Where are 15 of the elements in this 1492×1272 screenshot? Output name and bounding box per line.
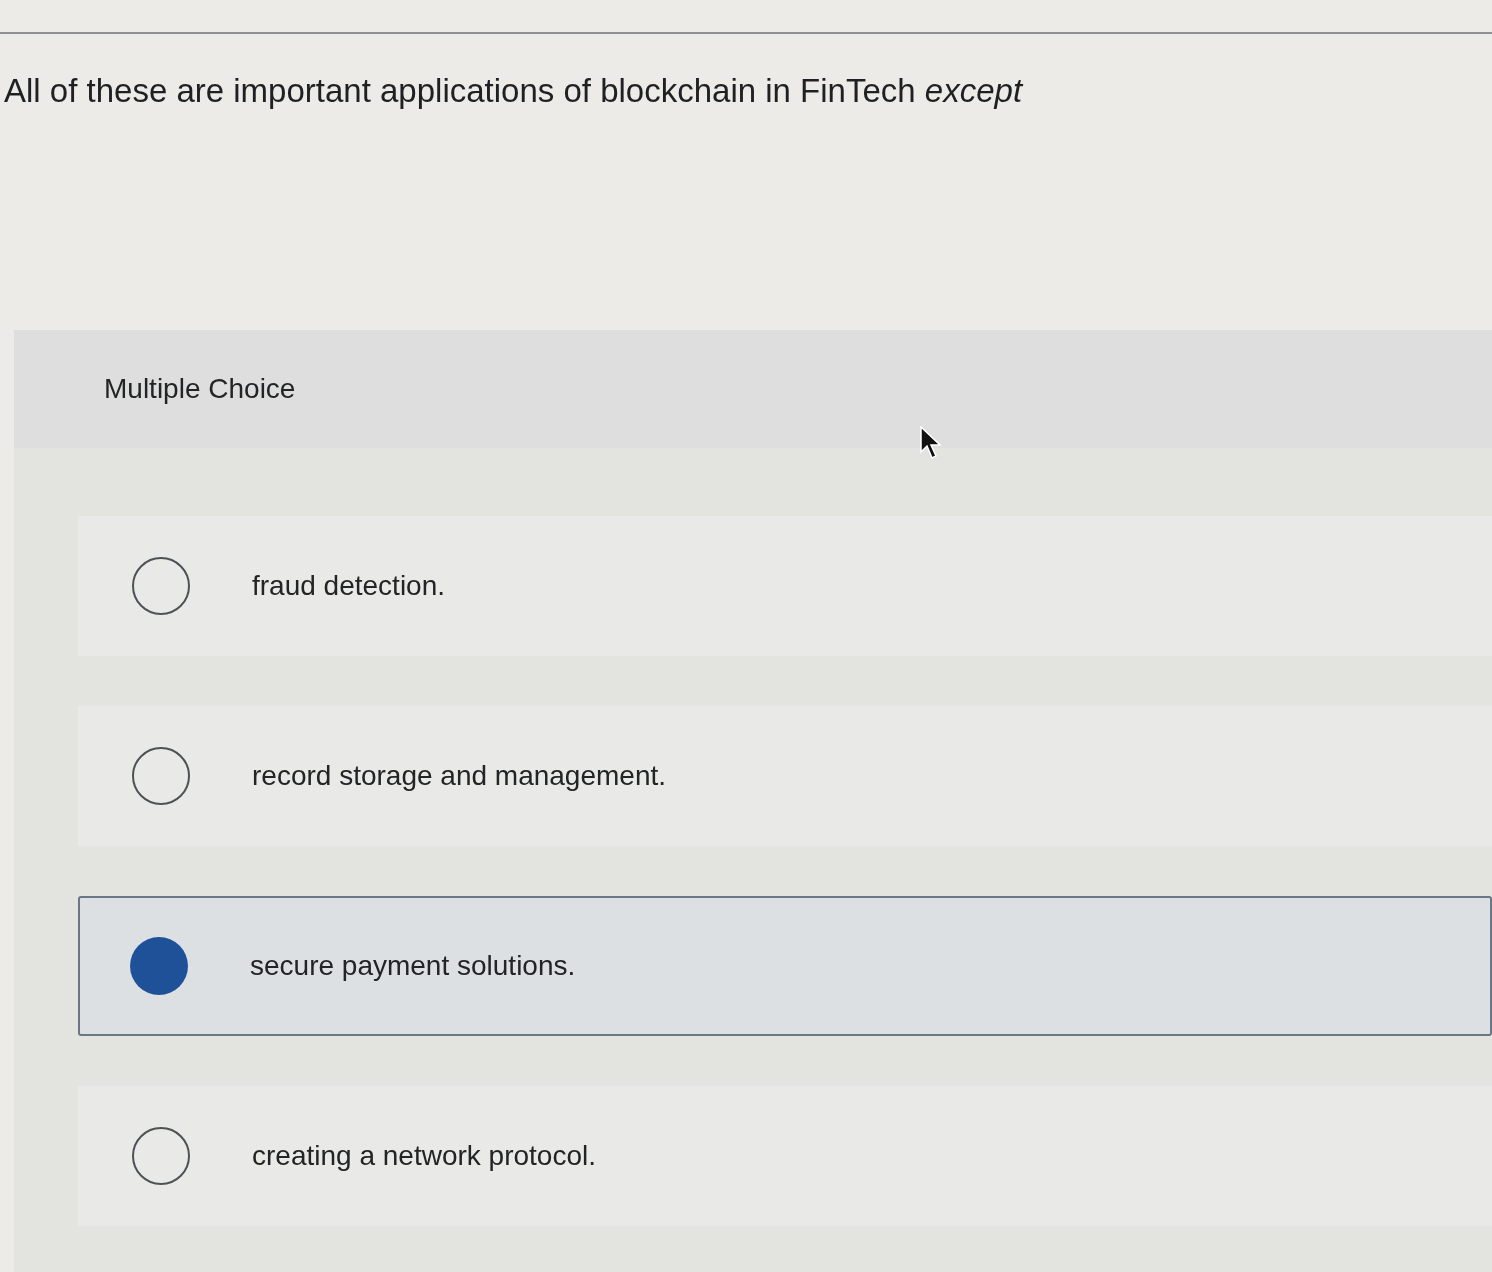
radio-button[interactable] xyxy=(130,937,188,995)
option-label: fraud detection. xyxy=(252,569,446,603)
option-label: creating a network protocol. xyxy=(252,1139,596,1173)
answer-option[interactable]: secure payment solutions. xyxy=(78,896,1492,1036)
answer-option[interactable]: creating a network protocol. xyxy=(78,1086,1492,1226)
question-text: All of these are important applications of blockchain in FinTech except xyxy=(4,72,1023,109)
question-type-heading: Multiple Choice xyxy=(104,372,296,406)
radio-button[interactable] xyxy=(132,1127,190,1185)
answer-option[interactable]: fraud detection. xyxy=(78,516,1492,656)
mouse-pointer-icon xyxy=(920,426,942,460)
option-label: secure payment solutions. xyxy=(250,949,576,983)
radio-button[interactable] xyxy=(132,747,190,805)
answer-option[interactable]: record storage and management. xyxy=(78,706,1492,846)
radio-button[interactable] xyxy=(132,557,190,615)
option-label: record storage and management. xyxy=(252,759,667,793)
